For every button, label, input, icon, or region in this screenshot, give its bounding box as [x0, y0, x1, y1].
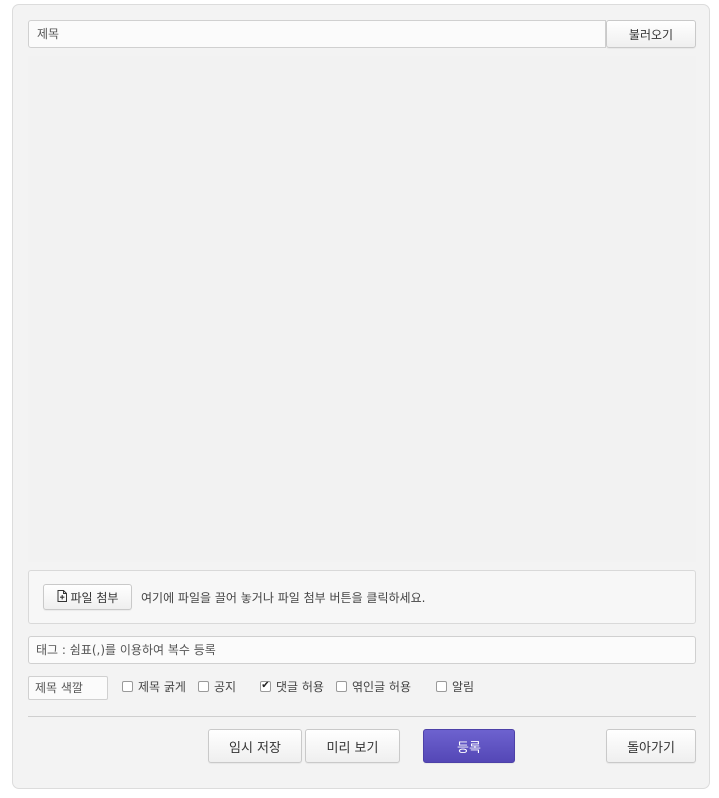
option-notice[interactable]: 공지: [198, 676, 236, 696]
temp-save-button[interactable]: 임시 저장: [208, 729, 302, 763]
file-plus-icon: [57, 590, 67, 604]
preview-button[interactable]: 미리 보기: [305, 729, 400, 763]
attach-file-label: 파일 첨부: [70, 590, 119, 605]
option-label: 알림: [452, 679, 475, 694]
checkbox[interactable]: [198, 680, 209, 692]
submit-button[interactable]: 등록: [423, 729, 515, 763]
drop-hint-text: 여기에 파일을 끌어 놓거나 파일 첨부 버튼을 클릭하세요.: [141, 590, 426, 605]
title-input[interactable]: [28, 20, 606, 48]
attach-file-button[interactable]: 파일 첨부: [43, 584, 132, 610]
checkbox[interactable]: [436, 680, 447, 692]
divider: [28, 716, 696, 717]
checkbox-checked[interactable]: ✔: [260, 680, 271, 692]
content-editor[interactable]: [28, 56, 696, 562]
option-label: 공지: [214, 679, 237, 694]
option-label: 댓글 허용: [276, 679, 324, 694]
load-button[interactable]: 불러오기: [606, 20, 696, 48]
option-allow-trackbacks[interactable]: 엮인글 허용: [336, 676, 411, 696]
checkbox[interactable]: [336, 680, 347, 692]
back-button[interactable]: 돌아가기: [606, 729, 696, 763]
check-icon: ✔: [261, 680, 270, 691]
option-title-bold[interactable]: 제목 굵게: [122, 676, 186, 696]
tag-input[interactable]: [28, 636, 696, 664]
option-allow-comments[interactable]: ✔ 댓글 허용: [260, 676, 324, 696]
option-label: 엮인글 허용: [352, 679, 412, 694]
title-color-input[interactable]: [28, 676, 108, 700]
option-label: 제목 굵게: [138, 679, 186, 694]
checkbox[interactable]: [122, 680, 133, 692]
file-upload-area[interactable]: 파일 첨부 여기에 파일을 끌어 놓거나 파일 첨부 버튼을 클릭하세요.: [28, 570, 696, 624]
option-notify[interactable]: 알림: [436, 676, 474, 696]
